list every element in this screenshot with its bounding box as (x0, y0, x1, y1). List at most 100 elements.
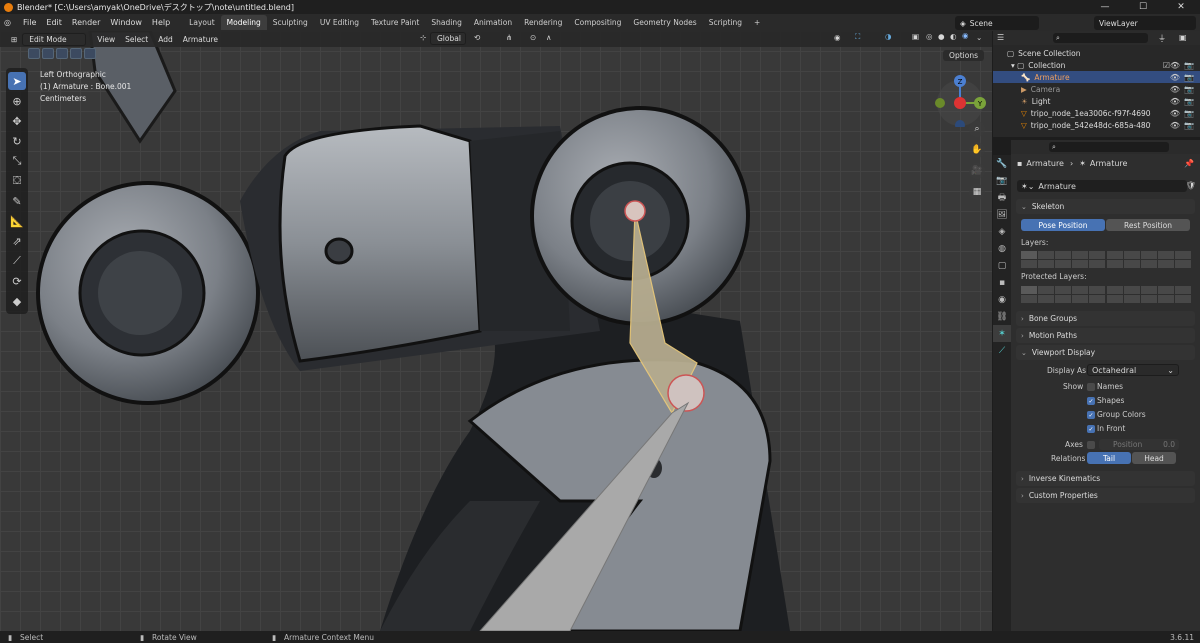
menu-edit[interactable]: Edit (41, 18, 67, 27)
3d-viewport[interactable]: ⊞ Edit Mode View Select Add Armature ⊹ G… (0, 31, 992, 631)
ortho-toggle-icon[interactable]: ▦ (969, 184, 985, 200)
axes-position-field[interactable]: Position 0.0 (1099, 439, 1179, 450)
panel-inverse-kinematics[interactable]: › Inverse Kinematics (1016, 471, 1195, 486)
transform-orientation[interactable]: Global (430, 32, 466, 45)
zoom-icon[interactable]: ⌕ (969, 121, 985, 137)
mode-dropdown[interactable]: Edit Mode (22, 32, 87, 46)
rendered-shading-icon[interactable]: ◉ (962, 31, 969, 40)
solid-shading-icon[interactable]: ● (938, 32, 945, 41)
transform-tool-icon[interactable]: ⛋ (8, 172, 26, 190)
relations-head-button[interactable]: Head (1132, 452, 1176, 464)
panel-skeleton[interactable]: ⌄ Skeleton (1016, 199, 1195, 214)
material-shading-icon[interactable]: ◐ (950, 32, 957, 41)
tool-tab-icon[interactable]: 🔧 (993, 155, 1011, 172)
annotate-tool-icon[interactable]: ✎ (8, 192, 26, 210)
scene-selector[interactable]: ◈ Scene (955, 16, 1039, 30)
tab-geometry-nodes[interactable]: Geometry Nodes (627, 15, 702, 30)
move-tool-icon[interactable]: ✥ (8, 112, 26, 130)
render-tab-icon[interactable]: 📷 (993, 172, 1011, 189)
visibility-icon[interactable]: ◉ (834, 33, 841, 42)
snap-icon[interactable]: ⋔ (506, 33, 512, 42)
tab-modeling[interactable]: Modeling (220, 15, 267, 30)
armature-data-tab-icon[interactable]: ✶ (993, 325, 1011, 342)
cursor-tool-icon[interactable]: ⊕ (8, 92, 26, 110)
gizmo-toggle-icon[interactable]: ⛶ (855, 32, 860, 42)
menu-add[interactable]: Add (153, 34, 178, 45)
layer-grid-b[interactable] (1107, 251, 1191, 268)
shading-dropdown-icon[interactable]: ⌄ (976, 33, 982, 42)
overlay-icon[interactable]: ◑ (885, 32, 892, 41)
outliner-item-light[interactable]: ☀ Light 👁 📷 (993, 95, 1200, 107)
menu-file[interactable]: File (18, 18, 41, 27)
rest-position-button[interactable]: Rest Position (1106, 219, 1190, 231)
pose-position-button[interactable]: Pose Position (1021, 219, 1105, 231)
blender-menu-icon[interactable]: ◎ (4, 18, 16, 27)
protected-layer-grid-a[interactable] (1021, 286, 1105, 303)
select-mode-invert-icon[interactable] (70, 48, 82, 59)
xray-icon[interactable]: ▣ (912, 32, 919, 41)
tab-sculpting[interactable]: Sculpting (267, 15, 314, 30)
tab-scripting[interactable]: Scripting (703, 15, 748, 30)
armature-data-field[interactable]: ✶⌄ Armature (1017, 180, 1187, 192)
bone-tab-icon[interactable]: ⟋ (993, 342, 1011, 359)
extrude-tool-icon[interactable]: ⇗ (8, 232, 26, 250)
pan-icon[interactable]: ✋ (969, 142, 985, 158)
new-collection-icon[interactable]: ▣ (1179, 33, 1187, 42)
physics-tab-icon[interactable]: ◉ (993, 291, 1011, 308)
close-icon[interactable]: ✕ (1162, 0, 1200, 14)
menu-armature[interactable]: Armature (178, 34, 223, 45)
fake-user-icon[interactable]: 🛡 (1186, 181, 1196, 190)
protected-layer-grid-b[interactable] (1107, 286, 1191, 303)
panel-bone-groups[interactable]: › Bone Groups (1016, 311, 1195, 326)
group-colors-checkbox[interactable]: ✓ (1087, 411, 1095, 419)
menu-help[interactable]: Help (147, 18, 175, 27)
object-tab-icon[interactable]: ▪ (993, 274, 1011, 291)
shapes-checkbox[interactable]: ✓ (1087, 397, 1095, 405)
display-as-dropdown[interactable]: Octahedral ⌄ (1087, 364, 1179, 376)
select-mode-subtract-icon[interactable] (56, 48, 68, 59)
scene-tab-icon[interactable]: ◈ (993, 223, 1011, 240)
roll-tool-icon[interactable]: ⟳ (8, 272, 26, 290)
panel-motion-paths[interactable]: › Motion Paths (1016, 328, 1195, 343)
envelope-tool-icon[interactable]: ◆ (8, 292, 26, 310)
outliner-item-armature[interactable]: 🦴 Armature 👁 📷 (993, 71, 1200, 83)
outliner-search-input[interactable]: ⌕ (1053, 33, 1148, 43)
in-front-checkbox[interactable]: ✓ (1087, 425, 1095, 433)
view-layer-tab-icon[interactable]: 🖼 (993, 206, 1011, 223)
measure-tool-icon[interactable]: 📐 (8, 212, 26, 230)
select-mode-new-icon[interactable] (28, 48, 40, 59)
proportional-edit-icon[interactable]: ⊙ (530, 33, 536, 42)
tab-layout[interactable]: Layout (183, 15, 221, 30)
pivot-icon[interactable]: ⟲ (474, 33, 480, 42)
panel-viewport-display[interactable]: ⌄ Viewport Display (1016, 345, 1195, 360)
outliner-item-mesh-2[interactable]: ▽ tripo_node_542e48dc-685a-480f-b 👁 📷 (993, 119, 1200, 131)
falloff-icon[interactable]: ∧ (546, 33, 552, 42)
world-tab-icon[interactable]: ◍ (993, 240, 1011, 257)
layer-grid-a[interactable] (1021, 251, 1105, 268)
wireframe-shading-icon[interactable]: ◎ (926, 32, 933, 41)
filter-icon[interactable]: ⏚ (1158, 33, 1166, 44)
panel-custom-properties[interactable]: › Custom Properties (1016, 488, 1195, 503)
rotate-tool-icon[interactable]: ↻ (8, 132, 26, 150)
navigation-gizmo[interactable]: Z Y (933, 71, 989, 130)
menu-render[interactable]: Render (67, 18, 105, 27)
menu-view[interactable]: View (92, 34, 120, 45)
constraints-tab-icon[interactable]: ⛓ (993, 308, 1011, 325)
tab-uv-editing[interactable]: UV Editing (314, 15, 365, 30)
pin-icon[interactable]: 📌 (1184, 159, 1194, 168)
select-box-tool-icon[interactable]: ➤ (8, 72, 26, 90)
viewlayer-selector[interactable]: ViewLayer (1094, 16, 1196, 30)
collection-tab-icon[interactable]: ▢ (993, 257, 1011, 274)
names-checkbox[interactable] (1087, 383, 1095, 391)
outliner-item-camera[interactable]: ▶ Camera 👁 📷 (993, 83, 1200, 95)
minimize-icon[interactable]: — (1086, 0, 1124, 14)
camera-view-icon[interactable]: 🎥 (969, 163, 985, 179)
tab-shading[interactable]: Shading (425, 15, 467, 30)
menu-select[interactable]: Select (120, 34, 153, 45)
add-workspace-icon[interactable]: + (748, 15, 766, 30)
axes-checkbox[interactable] (1087, 441, 1095, 449)
tab-rendering[interactable]: Rendering (518, 15, 568, 30)
relations-tail-button[interactable]: Tail (1087, 452, 1131, 464)
tab-animation[interactable]: Animation (468, 15, 518, 30)
options-dropdown[interactable]: Options (943, 50, 984, 61)
